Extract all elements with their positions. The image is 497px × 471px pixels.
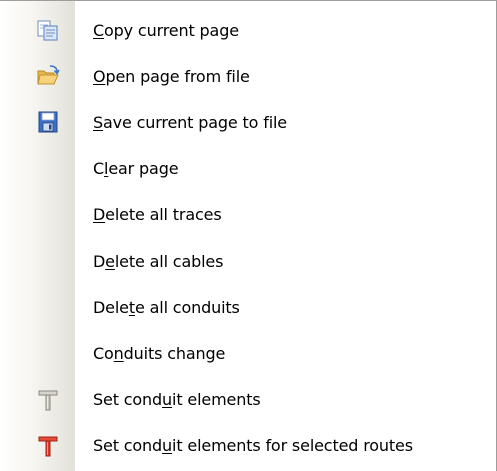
- menu-item-label: Delete all conduits: [93, 297, 240, 317]
- menu-item-label: Conduits change: [93, 343, 226, 363]
- menu-item-label: Clear page: [93, 159, 179, 179]
- menu-item-label: Delete all traces: [93, 205, 222, 225]
- menu-item-label: Set conduit elements for selected routes: [93, 436, 413, 456]
- menu-item-copy-current-page[interactable]: Copy current page: [0, 7, 496, 53]
- menu-item-label: Open page from file: [93, 66, 250, 86]
- menu-item-open-page-from-file[interactable]: Open page from file: [0, 53, 496, 99]
- menu-item-clear-page[interactable]: Clear page: [0, 146, 496, 192]
- menu-item-label: Delete all cables: [93, 251, 224, 271]
- menu-item-delete-all-traces[interactable]: Delete all traces: [0, 192, 496, 238]
- conduit-pin-gray-icon: [35, 387, 61, 413]
- floppy-disk-icon: [35, 109, 61, 135]
- context-menu: Copy current page Open page from file Sa…: [0, 0, 497, 471]
- menu-item-save-current-page[interactable]: Save current page to file: [0, 99, 496, 145]
- menu-item-label: Copy current page: [93, 20, 239, 40]
- menu-item-label: Set conduit elements: [93, 390, 261, 410]
- menu-item-set-conduit-elements[interactable]: Set conduit elements: [0, 377, 496, 423]
- menu-item-label: Save current page to file: [93, 112, 287, 132]
- menu-item-delete-all-cables[interactable]: Delete all cables: [0, 238, 496, 284]
- menu-items: Copy current page Open page from file Sa…: [0, 7, 496, 469]
- menu-item-set-conduit-elements-selected-routes[interactable]: Set conduit elements for selected routes: [0, 423, 496, 469]
- menu-item-delete-all-conduits[interactable]: Delete all conduits: [0, 284, 496, 330]
- copy-page-icon: [35, 17, 61, 43]
- menu-item-conduits-change[interactable]: Conduits change: [0, 330, 496, 376]
- conduit-pin-red-icon: [35, 433, 61, 459]
- open-folder-icon: [35, 63, 61, 89]
